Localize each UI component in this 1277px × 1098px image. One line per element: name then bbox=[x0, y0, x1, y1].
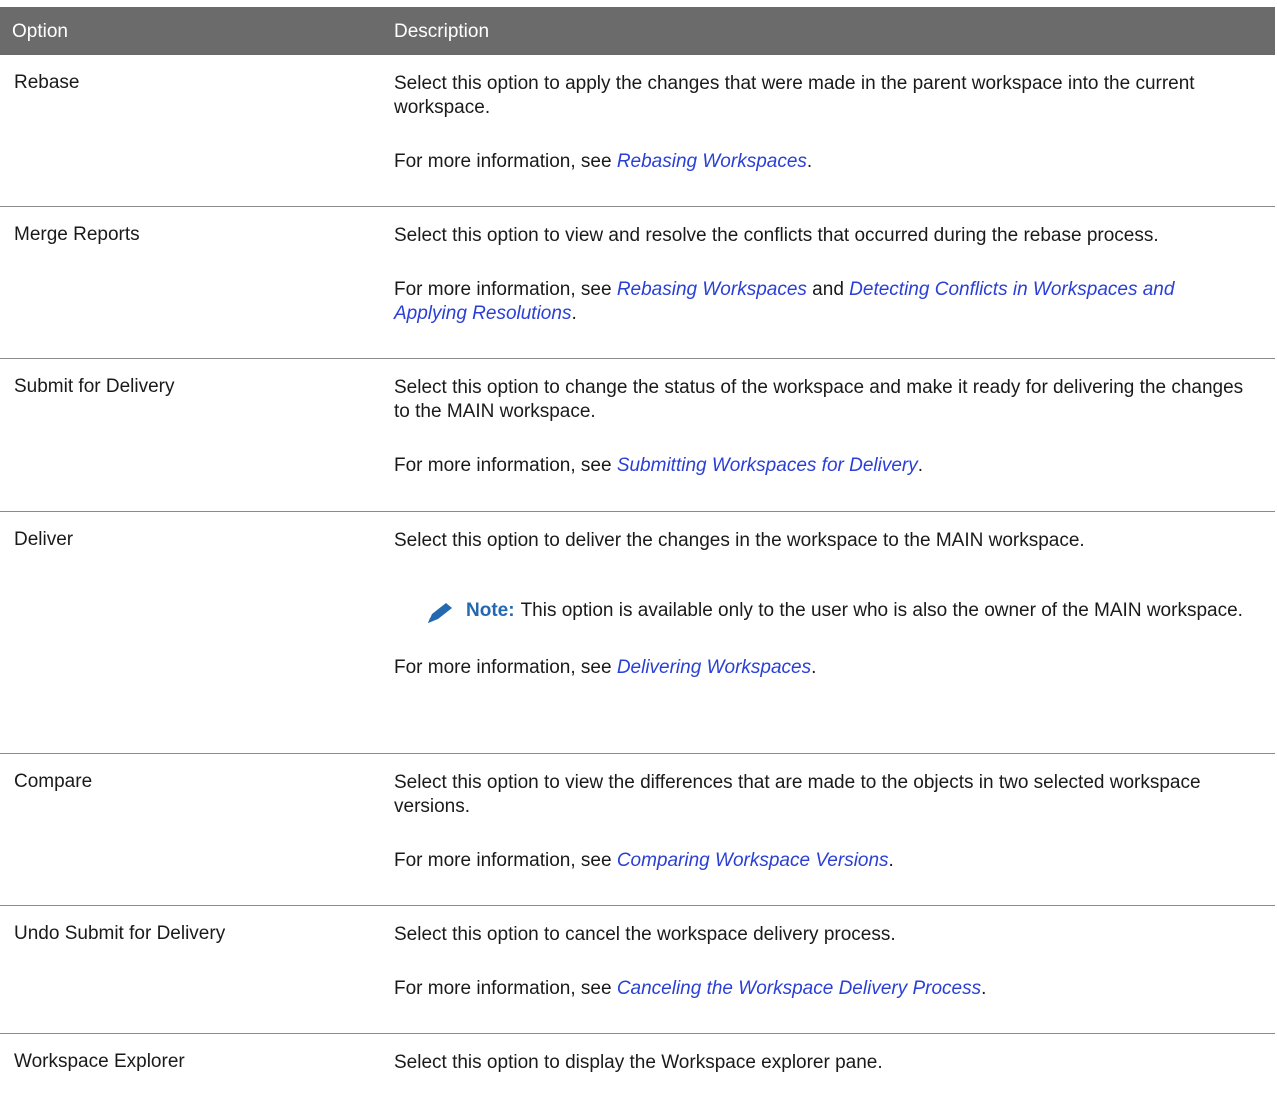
more-info-prefix: For more information, see bbox=[394, 279, 617, 300]
period: . bbox=[811, 657, 817, 678]
link-submitting-workspaces[interactable]: Submitting Workspaces for Delivery bbox=[617, 455, 918, 476]
description-text: Select this option to apply the changes … bbox=[394, 73, 1195, 118]
option-name: Undo Submit for Delivery bbox=[14, 923, 226, 944]
option-description: Select this option to cancel the workspa… bbox=[394, 923, 1244, 1001]
option-name: Workspace Explorer bbox=[14, 1051, 185, 1072]
option-description: Select this option to view and resolve t… bbox=[394, 224, 1244, 326]
header-option: Option bbox=[12, 21, 68, 42]
table-row: Merge Reports Select this option to view… bbox=[0, 207, 1275, 359]
pencil-icon bbox=[428, 603, 452, 623]
more-info: For more information, see Comparing Work… bbox=[394, 849, 1244, 873]
link-rebasing-workspaces[interactable]: Rebasing Workspaces bbox=[617, 279, 807, 300]
conjunction: and bbox=[806, 279, 850, 300]
more-info: For more information, see Delivering Wor… bbox=[394, 656, 1244, 680]
header-description: Description bbox=[394, 21, 490, 42]
option-name: Merge Reports bbox=[14, 224, 140, 245]
link-delivering-workspaces[interactable]: Delivering Workspaces bbox=[617, 657, 811, 678]
period: . bbox=[571, 303, 577, 324]
table-row: Workspace Explorer Select this option to… bbox=[0, 1034, 1275, 1098]
more-info-prefix: For more information, see bbox=[394, 455, 617, 476]
note-callout: Note: This option is available only to th… bbox=[394, 599, 1244, 623]
link-comparing-workspace-versions[interactable]: Comparing Workspace Versions bbox=[617, 850, 889, 871]
option-description: Select this option to deliver the change… bbox=[394, 529, 1244, 680]
description-text: Select this option to deliver the change… bbox=[394, 530, 1085, 551]
period: . bbox=[917, 455, 924, 476]
option-description: Select this option to apply the changes … bbox=[394, 72, 1244, 174]
option-description: Select this option to view the differenc… bbox=[394, 771, 1244, 873]
period: . bbox=[806, 151, 813, 172]
option-description: Select this option to change the status … bbox=[394, 376, 1244, 478]
period: . bbox=[981, 978, 987, 999]
table-row: Deliver Select this option to deliver th… bbox=[0, 512, 1275, 754]
table-header: Option Description bbox=[0, 7, 1275, 55]
description-text: Select this option to view and resolve t… bbox=[394, 225, 1159, 246]
link-rebasing-workspaces[interactable]: Rebasing Workspaces bbox=[617, 151, 807, 172]
more-info: For more information, see Submitting Wor… bbox=[394, 454, 1244, 478]
description-text: Select this option to cancel the workspa… bbox=[394, 924, 896, 945]
more-info: For more information, see Rebasing Works… bbox=[394, 278, 1244, 326]
note-text: This option is available only to the use… bbox=[520, 600, 1243, 621]
period: . bbox=[888, 850, 894, 871]
more-info: For more information, see Canceling the … bbox=[394, 977, 1244, 1001]
option-name: Deliver bbox=[14, 529, 74, 550]
description-text: Select this option to change the status … bbox=[394, 377, 1244, 422]
options-table: Option Description Rebase Select this op… bbox=[0, 7, 1275, 1098]
more-info-prefix: For more information, see bbox=[394, 151, 617, 172]
table-row: Submit for Delivery Select this option t… bbox=[0, 359, 1275, 512]
description-text: Select this option to view the differenc… bbox=[394, 772, 1201, 817]
table-row: Rebase Select this option to apply the c… bbox=[0, 55, 1275, 207]
option-description: Select this option to display the Worksp… bbox=[394, 1051, 1244, 1075]
table-row: Undo Submit for Delivery Select this opt… bbox=[0, 906, 1275, 1034]
description-text: Select this option to display the Worksp… bbox=[394, 1052, 883, 1073]
option-name: Rebase bbox=[14, 72, 80, 93]
option-name: Compare bbox=[14, 771, 93, 792]
link-canceling-delivery[interactable]: Canceling the Workspace Delivery Process bbox=[617, 978, 981, 999]
note-label: Note: bbox=[466, 600, 515, 621]
more-info-prefix: For more information, see bbox=[394, 850, 617, 871]
more-info: For more information, see Rebasing Works… bbox=[394, 150, 1244, 174]
more-info-prefix: For more information, see bbox=[394, 978, 617, 999]
table-row: Compare Select this option to view the d… bbox=[0, 754, 1275, 906]
more-info-prefix: For more information, see bbox=[394, 657, 617, 678]
option-name: Submit for Delivery bbox=[14, 376, 175, 397]
